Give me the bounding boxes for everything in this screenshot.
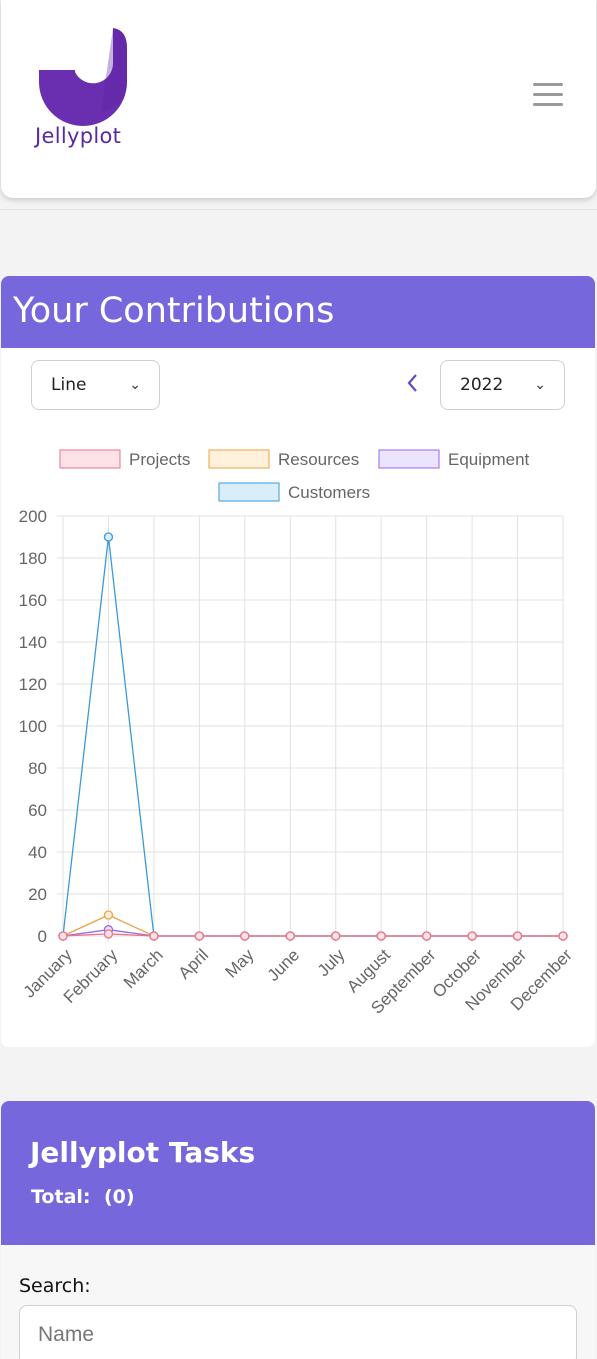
hamburger-icon (533, 83, 563, 86)
tasks-body: Search: (1, 1245, 595, 1359)
chevron-down-icon: ⌄ (534, 377, 546, 393)
data-point (558, 931, 568, 941)
tasks-total-count: (0) (104, 1186, 135, 1208)
contributions-chart: Projects Resources EquipmentCustomers20018… (19, 449, 576, 1018)
y-tick-label: 120 (19, 675, 47, 694)
menu-toggle-button[interactable] (533, 83, 563, 107)
x-tick-label: July (314, 945, 349, 980)
y-tick-label: 0 (38, 927, 47, 946)
y-tick-label: 140 (19, 633, 47, 652)
chevron-down-icon: ⌄ (129, 377, 141, 393)
divider (0, 209, 597, 210)
data-point (285, 931, 295, 941)
y-tick-label: 160 (19, 591, 47, 610)
legend-label: Resources (278, 450, 359, 469)
logo-text: Jellyplot (35, 124, 122, 148)
chart-type-select[interactable]: Line ⌄ (31, 360, 160, 410)
series-line (62, 914, 563, 937)
tasks-header: Jellyplot Tasks Total: (0) (1, 1101, 595, 1245)
app-header: Jellyplot (1, 0, 596, 198)
x-tick-label: March (120, 945, 167, 992)
legend-swatch (208, 449, 270, 469)
data-point (149, 931, 159, 941)
legend-label: Customers (288, 483, 370, 502)
data-point (103, 929, 114, 939)
search-label: Search: (19, 1275, 91, 1297)
legend-swatch (218, 482, 280, 502)
y-tick-label: 180 (19, 549, 47, 568)
chevron-left-icon (407, 374, 417, 392)
previous-year-button[interactable] (405, 372, 429, 400)
data-point (103, 532, 114, 542)
year-value: 2022 (460, 375, 504, 395)
data-point (467, 931, 477, 941)
legend-label: Equipment (448, 450, 530, 469)
data-point (376, 931, 386, 941)
legend-label: Projects (129, 450, 190, 469)
data-point (240, 931, 250, 941)
data-point (103, 910, 114, 920)
tasks-total-label: Total: (31, 1186, 91, 1208)
y-tick-label: 80 (28, 759, 47, 778)
y-tick-label: 40 (28, 843, 47, 862)
x-tick-label: June (264, 945, 304, 985)
year-select[interactable]: 2022 ⌄ (440, 360, 565, 410)
chart-type-value: Line (51, 375, 87, 395)
contributions-header: Your Contributions (1, 276, 595, 348)
hamburger-line (533, 103, 563, 106)
legend-swatch (59, 449, 121, 469)
y-tick-label: 100 (19, 717, 47, 736)
tasks-title: Jellyplot Tasks (30, 1136, 256, 1169)
data-point (421, 931, 432, 941)
data-point (512, 931, 523, 941)
x-tick-label: May (221, 945, 257, 981)
contributions-title: Your Contributions (13, 291, 335, 331)
y-tick-label: 60 (28, 801, 47, 820)
x-tick-label: April (175, 945, 212, 982)
data-point (331, 931, 341, 941)
data-point (194, 931, 205, 941)
y-tick-label: 200 (19, 507, 47, 526)
search-input[interactable] (19, 1305, 577, 1359)
legend-swatch (378, 449, 440, 469)
series-line (62, 536, 563, 937)
hamburger-line (533, 93, 563, 96)
data-point (58, 931, 68, 941)
y-tick-label: 20 (28, 885, 47, 904)
